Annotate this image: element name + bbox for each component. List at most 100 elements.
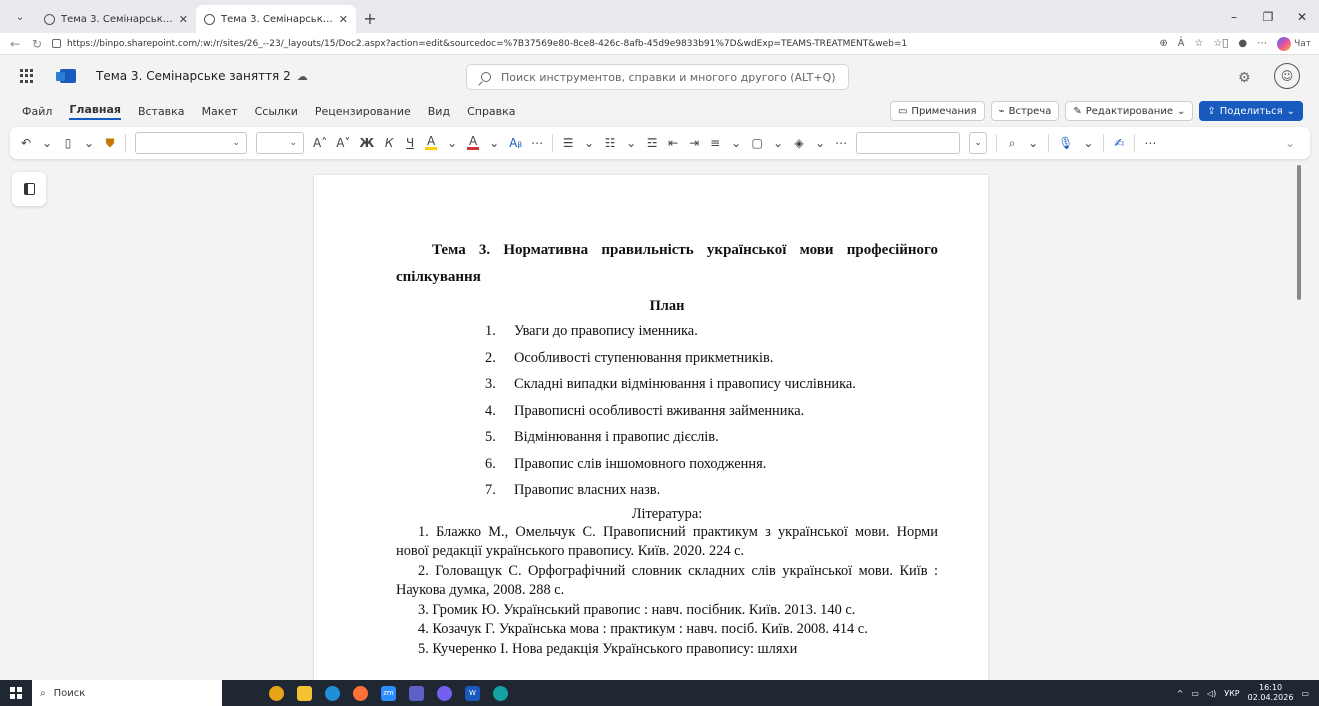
chat-button[interactable]: Чат	[1277, 36, 1311, 51]
language-indicator[interactable]: УКР	[1224, 689, 1239, 698]
bold-button[interactable]: Ж	[359, 136, 374, 150]
chevron-down-icon[interactable]: ⌄	[772, 136, 784, 150]
expand-ribbon-icon[interactable]: ⌄	[1284, 136, 1296, 150]
highlight-icon[interactable]: A	[425, 135, 438, 150]
clock[interactable]: 16:10 02.04.2026	[1248, 683, 1294, 703]
editing-mode-button[interactable]: ✎ Редактирование ⌄	[1065, 101, 1194, 121]
taskbar-search[interactable]: ⌕ Поиск	[32, 680, 222, 706]
tab-insert[interactable]: Вставка	[138, 105, 185, 118]
url-field[interactable]: https://binpo.sharepoint.com/:w:/r/sites…	[52, 39, 1151, 49]
edge-dev-icon[interactable]	[493, 685, 508, 701]
align-icon[interactable]: ≡	[709, 136, 721, 150]
close-window-button[interactable]: ✕	[1285, 0, 1319, 33]
lock-icon[interactable]	[52, 39, 61, 48]
font-family-select[interactable]: ⌄	[135, 132, 247, 154]
shading-icon[interactable]: ◈	[793, 136, 805, 150]
shrink-font-icon[interactable]: A˅	[336, 136, 350, 150]
vertical-scrollbar[interactable]	[1297, 165, 1301, 300]
back-icon[interactable]: ←	[8, 37, 22, 51]
multilevel-list-icon[interactable]: ☲	[646, 136, 658, 150]
numbering-icon[interactable]: ☷	[604, 136, 616, 150]
chevron-down-icon[interactable]: ⌄	[41, 136, 53, 150]
undo-icon[interactable]: ↶	[20, 136, 32, 150]
app-launcher-icon[interactable]	[20, 69, 34, 83]
tab-view[interactable]: Вид	[428, 105, 450, 118]
search-input[interactable]: Поиск инструментов, справки и многого др…	[466, 64, 849, 90]
more-icon[interactable]: ⋯	[835, 136, 847, 150]
increase-indent-icon[interactable]: ⇥	[688, 136, 700, 150]
restore-button[interactable]: ❐	[1251, 0, 1285, 33]
browser-tab-active[interactable]: Тема 3. Семінарське заняття 2.do ✕	[196, 5, 356, 33]
italic-button[interactable]: К	[383, 136, 395, 150]
gear-icon[interactable]: ⚙	[1238, 70, 1251, 86]
file-explorer-icon[interactable]	[297, 685, 312, 701]
edge-icon[interactable]	[325, 685, 340, 701]
avatar[interactable]: ☺	[1274, 63, 1300, 89]
find-icon[interactable]: ⌕	[1006, 136, 1018, 151]
zoom-icon[interactable]: zm	[381, 685, 396, 701]
tab-home[interactable]: Главная	[69, 103, 121, 120]
share-button[interactable]: ⇪ Поделиться ⌄	[1199, 101, 1303, 121]
tab-review[interactable]: Рецензирование	[315, 105, 411, 118]
tab-file[interactable]: Файл	[22, 105, 52, 118]
font-color-icon[interactable]: A	[467, 135, 480, 150]
new-tab-button[interactable]: +	[356, 5, 384, 31]
styles-gallery[interactable]	[856, 132, 961, 154]
meeting-button[interactable]: ⌁ Встреча	[990, 101, 1060, 121]
tab-references[interactable]: Ссылки	[255, 105, 298, 118]
chevron-down-icon[interactable]: ⌄	[583, 136, 595, 150]
doc-title[interactable]: Тема 3. Семінарське заняття 2 ☁	[96, 69, 308, 83]
chevron-down-icon[interactable]: ⌄	[446, 136, 458, 150]
more-icon[interactable]: ⋯	[531, 136, 543, 150]
zoom-icon[interactable]: ⊕	[1159, 38, 1167, 49]
browser-tab[interactable]: Тема 3. Семінарське заняття 2.do ✕	[36, 5, 196, 33]
underline-button[interactable]: Ч	[404, 136, 416, 150]
chevron-up-icon[interactable]: ^	[1177, 689, 1184, 698]
word-icon[interactable]: W	[465, 685, 480, 701]
borders-icon[interactable]: ▢	[751, 136, 763, 150]
comments-button[interactable]: ▭ Примечания	[889, 101, 985, 121]
close-icon[interactable]: ✕	[339, 13, 348, 26]
favorite-icon[interactable]: ☆	[1194, 38, 1203, 49]
chevron-down-icon[interactable]: ⌄	[83, 136, 95, 150]
chrome-icon[interactable]	[269, 685, 284, 701]
word-logo-icon[interactable]	[56, 69, 76, 83]
more-icon[interactable]: ⋯	[1257, 38, 1267, 49]
teams-icon[interactable]	[409, 685, 424, 701]
format-painter-icon[interactable]: ⛊	[104, 136, 116, 151]
document-body[interactable]: Тема 3. Нормативна правильність українсь…	[396, 237, 938, 659]
collections-icon[interactable]: ☆⃝	[1213, 38, 1228, 49]
chevron-down-icon[interactable]: ⌄	[625, 136, 637, 150]
tab-help[interactable]: Справка	[467, 105, 515, 118]
chevron-down-icon[interactable]: ⌄	[814, 136, 826, 150]
clipboard-icon[interactable]: ▯	[62, 136, 74, 150]
tab-layout[interactable]: Макет	[202, 105, 238, 118]
font-size-select[interactable]: ⌄	[256, 132, 304, 154]
grow-font-icon[interactable]: A˄	[313, 136, 327, 150]
navigation-pane-button[interactable]	[12, 172, 46, 206]
chevron-down-icon[interactable]: ⌄	[730, 136, 742, 150]
decrease-indent-icon[interactable]: ⇤	[667, 136, 679, 150]
styles-icon[interactable]: Aᵦ	[509, 136, 522, 150]
chevron-down-icon[interactable]: ⌄	[1082, 136, 1094, 150]
volume-icon[interactable]: ◁)	[1207, 689, 1216, 698]
network-icon[interactable]: ▭	[1191, 689, 1199, 698]
chevron-down-icon[interactable]: ⌄	[488, 136, 500, 150]
dictate-icon[interactable]: 🎙	[1058, 136, 1073, 150]
more-icon[interactable]: ⋯	[1144, 136, 1156, 150]
styles-dropdown[interactable]: ⌄	[969, 132, 988, 154]
close-icon[interactable]: ✕	[179, 13, 188, 26]
firefox-icon[interactable]	[353, 685, 368, 701]
editor-icon[interactable]: ✍	[1113, 136, 1125, 150]
refresh-icon[interactable]: ↻	[30, 37, 44, 51]
viber-icon[interactable]	[437, 685, 452, 701]
notification-icon[interactable]: ▭	[1301, 689, 1309, 698]
extension-icon[interactable]: ●	[1238, 38, 1247, 49]
minimize-button[interactable]: –	[1217, 0, 1251, 33]
read-aloud-icon[interactable]: A͐	[1178, 38, 1185, 49]
start-button[interactable]	[0, 687, 32, 699]
tab-actions-chevron-icon[interactable]: ⌄	[8, 5, 32, 29]
document-page[interactable]: Тема 3. Нормативна правильність українсь…	[314, 175, 988, 680]
bullets-icon[interactable]: ☰	[562, 136, 574, 150]
chevron-down-icon[interactable]: ⌄	[1027, 136, 1039, 150]
